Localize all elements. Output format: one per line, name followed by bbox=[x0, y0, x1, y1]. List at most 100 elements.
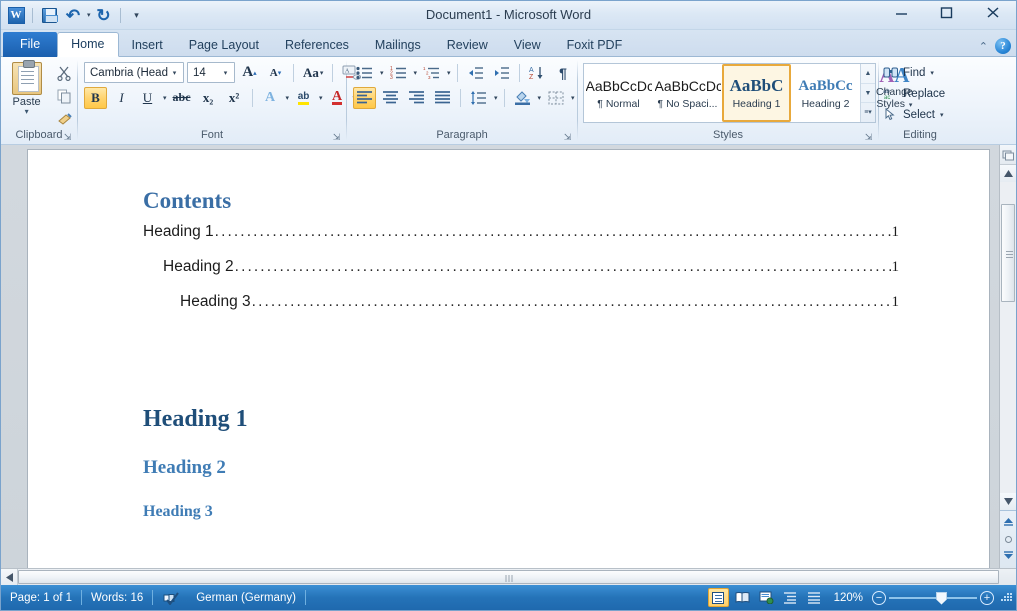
highlight-dropdown-icon[interactable]: ▾ bbox=[319, 94, 323, 102]
change-case-button[interactable]: Aa▾ bbox=[300, 62, 326, 84]
multilevel-dropdown-icon[interactable]: ▾ bbox=[447, 69, 451, 77]
tab-references[interactable]: References bbox=[272, 33, 362, 57]
styles-scroll-up-button[interactable]: ▲ bbox=[861, 64, 875, 84]
tab-review[interactable]: Review bbox=[434, 33, 501, 57]
vertical-scroll-thumb[interactable] bbox=[1001, 204, 1015, 302]
tab-view[interactable]: View bbox=[501, 33, 554, 57]
help-icon[interactable]: ? bbox=[995, 38, 1011, 54]
font-size-combobox[interactable]: 14 ▾ bbox=[187, 62, 235, 83]
replace-button[interactable]: abac Replace bbox=[879, 83, 945, 104]
scroll-left-button[interactable] bbox=[1, 569, 18, 585]
document-heading-2[interactable]: Heading 2 bbox=[143, 457, 899, 479]
view-web-layout-button[interactable] bbox=[756, 588, 777, 607]
tab-mailings[interactable]: Mailings bbox=[362, 33, 434, 57]
underline-button[interactable]: U bbox=[136, 87, 159, 109]
vertical-scrollbar[interactable] bbox=[999, 145, 1016, 568]
italic-button[interactable]: I bbox=[110, 87, 133, 109]
find-button[interactable]: Find ▾ bbox=[879, 62, 934, 83]
styles-dialog-launcher[interactable]: ⇲ bbox=[863, 130, 874, 141]
zoom-slider-thumb[interactable] bbox=[936, 592, 947, 605]
tab-page-layout[interactable]: Page Layout bbox=[176, 33, 272, 57]
tab-insert[interactable]: Insert bbox=[119, 33, 176, 57]
select-button[interactable]: Select ▾ bbox=[879, 104, 943, 125]
paragraph-dialog-launcher[interactable]: ⇲ bbox=[562, 130, 573, 141]
font-dialog-launcher[interactable]: ⇲ bbox=[331, 130, 342, 141]
align-right-button[interactable] bbox=[405, 87, 428, 109]
next-page-button[interactable] bbox=[1003, 551, 1014, 562]
styles-gallery-scrollbar[interactable]: ▲ ▼ ≡▾ bbox=[860, 64, 875, 122]
clipboard-dialog-launcher[interactable]: ⇲ bbox=[62, 130, 73, 141]
document-heading-3[interactable]: Heading 3 bbox=[143, 503, 899, 521]
view-print-layout-button[interactable] bbox=[708, 588, 729, 607]
shading-button[interactable] bbox=[511, 87, 534, 109]
toc-entry[interactable]: Heading 3 ..............................… bbox=[143, 293, 899, 311]
select-dropdown-icon[interactable]: ▾ bbox=[940, 111, 944, 119]
document-heading-1[interactable]: Heading 1 bbox=[143, 406, 899, 433]
scroll-down-button[interactable] bbox=[1000, 493, 1016, 510]
word-count[interactable]: Words: 16 bbox=[82, 585, 152, 610]
center-button[interactable] bbox=[379, 87, 402, 109]
zoom-out-button[interactable]: − bbox=[872, 591, 886, 605]
borders-dropdown-icon[interactable]: ▾ bbox=[571, 94, 575, 102]
close-button[interactable] bbox=[969, 1, 1016, 23]
tab-foxit-pdf[interactable]: Foxit PDF bbox=[554, 33, 636, 57]
toc-entry[interactable]: Heading 2 ..............................… bbox=[143, 258, 899, 276]
numbering-button[interactable]: 123 bbox=[387, 62, 410, 84]
borders-button[interactable] bbox=[544, 87, 567, 109]
minimize-ribbon-icon[interactable]: ⌃ bbox=[979, 40, 988, 53]
numbering-dropdown-icon[interactable]: ▾ bbox=[414, 69, 418, 77]
text-effects-button[interactable]: A bbox=[259, 87, 282, 109]
multilevel-list-button[interactable]: 123 bbox=[420, 62, 443, 84]
subscript-button[interactable]: x₂ bbox=[197, 87, 220, 109]
tab-file[interactable]: File bbox=[3, 32, 57, 57]
styles-scroll-down-button[interactable]: ▼ bbox=[861, 84, 875, 104]
maximize-button[interactable] bbox=[924, 1, 969, 23]
language-indicator[interactable]: German (Germany) bbox=[187, 585, 305, 610]
increase-indent-button[interactable] bbox=[490, 62, 513, 84]
font-name-combobox[interactable]: Cambria (Headi ▾ bbox=[84, 62, 184, 83]
scroll-up-button[interactable] bbox=[1000, 165, 1016, 182]
style-item-heading-1[interactable]: AaBbC Heading 1 bbox=[722, 64, 791, 122]
superscript-button[interactable]: x² bbox=[223, 87, 246, 109]
font-color-button[interactable]: A bbox=[326, 87, 349, 109]
grow-font-button[interactable]: A▴ bbox=[238, 62, 261, 84]
find-dropdown-icon[interactable]: ▾ bbox=[930, 69, 934, 77]
zoom-slider[interactable] bbox=[889, 591, 977, 605]
align-left-button[interactable] bbox=[353, 87, 376, 109]
styles-gallery[interactable]: AaBbCcDc ¶ Normal AaBbCcDc ¶ No Spaci...… bbox=[583, 63, 876, 123]
format-painter-button[interactable] bbox=[55, 110, 75, 128]
minimize-button[interactable] bbox=[879, 1, 924, 23]
paste-button[interactable]: Paste ▾ bbox=[1, 60, 52, 115]
line-spacing-dropdown-icon[interactable]: ▾ bbox=[494, 94, 498, 102]
line-spacing-button[interactable] bbox=[467, 87, 490, 109]
styles-more-button[interactable]: ≡▾ bbox=[861, 103, 875, 122]
sort-button[interactable]: AZ bbox=[526, 62, 549, 84]
paste-dropdown-icon[interactable]: ▾ bbox=[1, 108, 52, 115]
horizontal-scroll-track[interactable] bbox=[18, 569, 999, 585]
chevron-down-icon[interactable]: ▾ bbox=[168, 69, 181, 77]
proofing-status[interactable] bbox=[153, 585, 187, 610]
style-item-normal[interactable]: AaBbCcDc ¶ Normal bbox=[584, 64, 653, 122]
vertical-scroll-track[interactable] bbox=[1000, 182, 1016, 493]
text-effects-dropdown-icon[interactable]: ▾ bbox=[286, 94, 290, 102]
select-browse-object-button[interactable] bbox=[1005, 536, 1012, 543]
view-outline-button[interactable] bbox=[780, 588, 801, 607]
zoom-level-label[interactable]: 120% bbox=[828, 592, 869, 604]
style-item-heading-2[interactable]: AaBbCc Heading 2 bbox=[791, 64, 860, 122]
bullets-dropdown-icon[interactable]: ▾ bbox=[380, 69, 384, 77]
strikethrough-button[interactable]: abc bbox=[170, 87, 194, 109]
previous-page-button[interactable] bbox=[1003, 517, 1014, 528]
decrease-indent-button[interactable] bbox=[464, 62, 487, 84]
split-window-handle[interactable] bbox=[1000, 145, 1016, 165]
page-indicator[interactable]: Page: 1 of 1 bbox=[1, 585, 81, 610]
bold-button[interactable]: B bbox=[84, 87, 107, 109]
show-formatting-marks-button[interactable]: ¶ bbox=[552, 62, 575, 84]
highlight-button[interactable]: ab bbox=[292, 87, 315, 109]
document-page[interactable]: Contents Heading 1 .....................… bbox=[28, 150, 989, 568]
tab-home[interactable]: Home bbox=[57, 32, 118, 57]
chevron-down-icon[interactable]: ▾ bbox=[219, 69, 232, 77]
bullets-button[interactable] bbox=[353, 62, 376, 84]
zoom-in-button[interactable]: + bbox=[980, 591, 994, 605]
shrink-font-button[interactable]: A▾ bbox=[264, 62, 287, 84]
view-full-screen-reading-button[interactable] bbox=[732, 588, 753, 607]
